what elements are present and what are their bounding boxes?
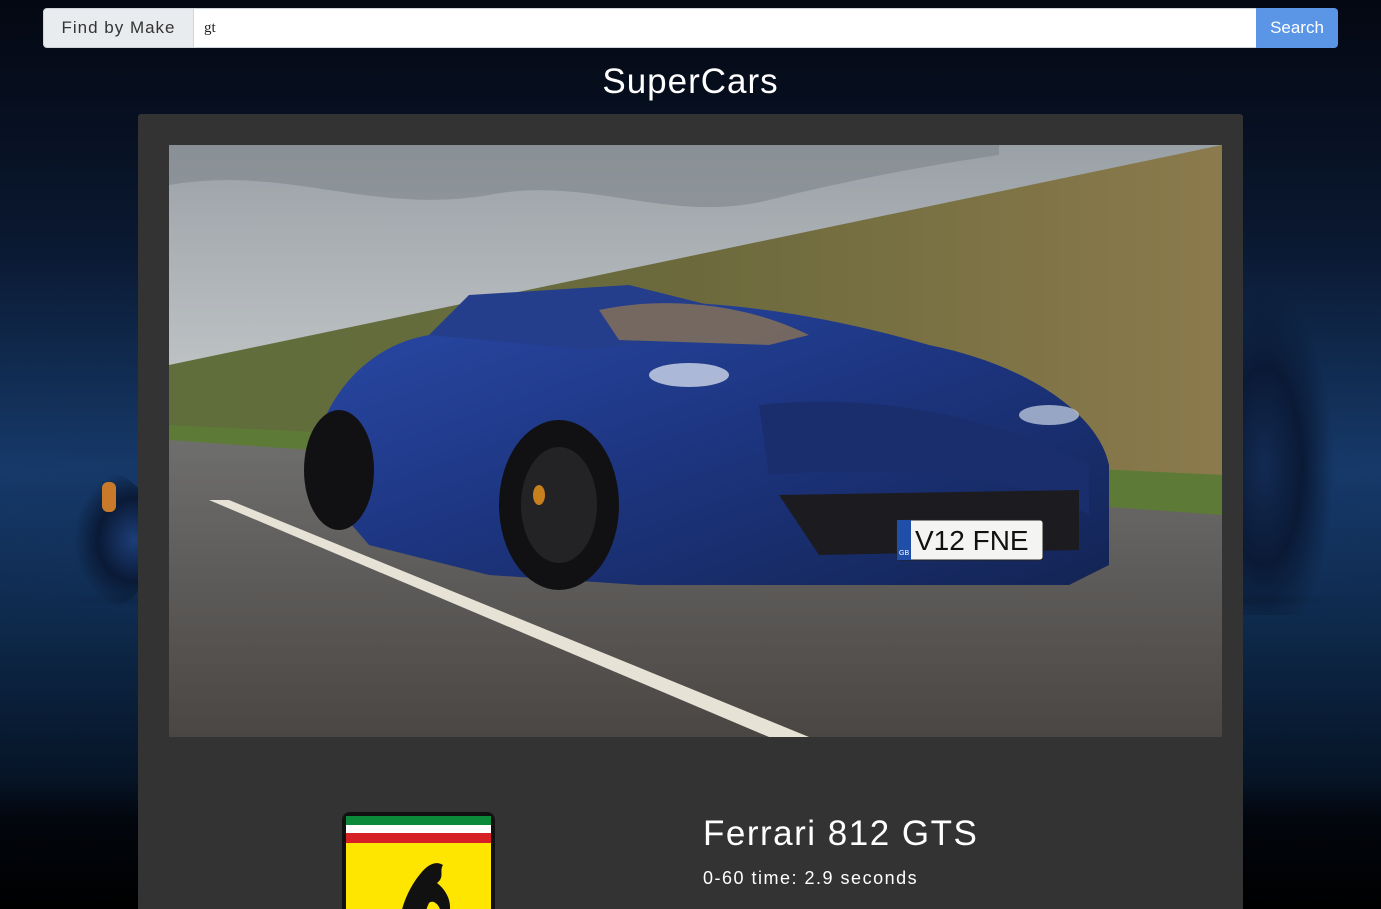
search-bar: Find by Make Search <box>43 8 1338 48</box>
page-title: SuperCars <box>602 62 779 101</box>
car-zero-sixty-time: 0-60 time: 2.9 seconds <box>703 868 919 888</box>
car-name: Ferrari 812 GTS <box>703 814 979 853</box>
ferrari-shield-logo-icon <box>342 812 495 909</box>
find-by-make-label: Find by Make <box>43 8 194 48</box>
plate-region: GB <box>899 550 909 557</box>
car-card: V12 FNE GB Ferrari 812 GTS 0-60 time: 2.… <box>138 114 1243 909</box>
sports-car-photo-icon: V12 FNE GB <box>169 145 1222 737</box>
car-photo[interactable]: V12 FNE GB <box>169 145 1222 737</box>
ferrari-shield-logo <box>341 811 496 909</box>
search-button[interactable]: Search <box>1256 8 1338 48</box>
search-input[interactable] <box>194 8 1256 48</box>
background-car-right <box>1240 285 1360 615</box>
plate-text: V12 FNE <box>915 525 1029 556</box>
